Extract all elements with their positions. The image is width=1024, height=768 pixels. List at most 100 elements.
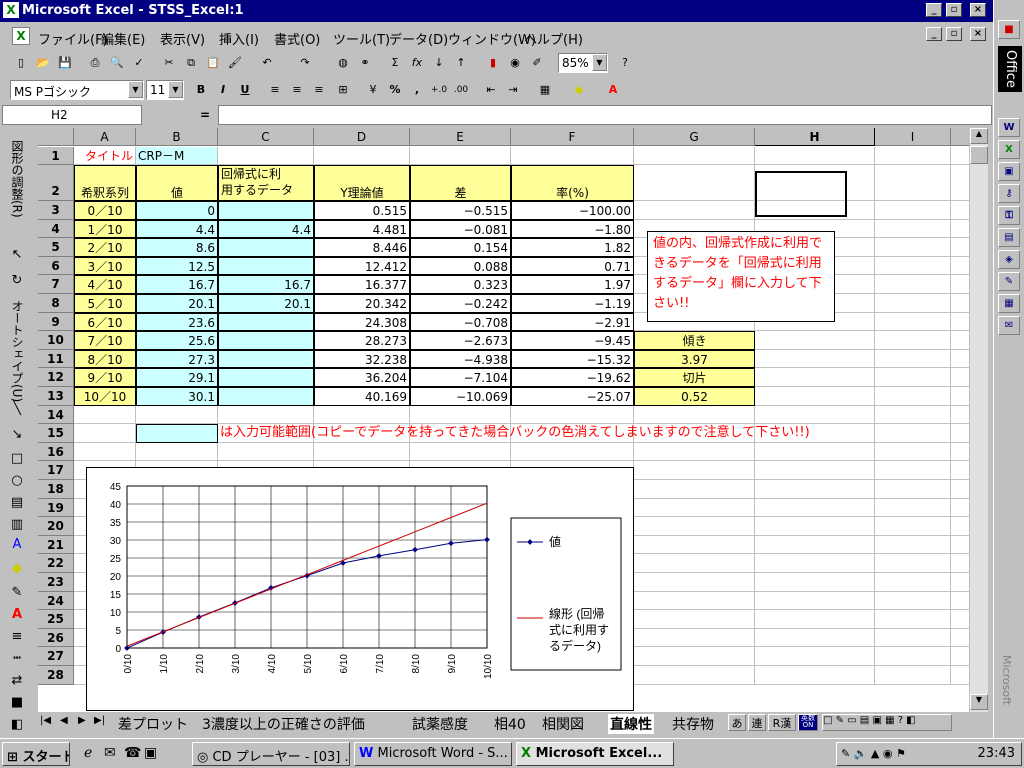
y-theory-cell[interactable]: 8.446 bbox=[314, 238, 410, 257]
menu-view[interactable]: 表示(V) bbox=[160, 29, 205, 48]
cell-j14[interactable] bbox=[951, 406, 969, 425]
tab-sou40[interactable]: 相40 bbox=[494, 714, 526, 734]
task-excel[interactable]: X Microsoft Excel... bbox=[516, 742, 674, 766]
menu-help[interactable]: ヘルプ(H) bbox=[524, 29, 583, 48]
value-cell[interactable]: 16.7 bbox=[136, 275, 218, 294]
autoshapes-menu-label[interactable]: オートシェイプ(U) bbox=[9, 300, 26, 402]
row-header-22[interactable]: 22 bbox=[38, 554, 74, 573]
cell-f1[interactable] bbox=[511, 147, 634, 165]
cell-h25[interactable] bbox=[755, 610, 875, 629]
cell-g19[interactable] bbox=[634, 498, 755, 518]
cell-j25[interactable] bbox=[951, 610, 969, 629]
y-theory-cell[interactable]: 28.273 bbox=[314, 331, 410, 350]
cell-f14[interactable] bbox=[511, 405, 634, 425]
decrease-decimal-icon[interactable]: .00 bbox=[452, 81, 470, 99]
cell-g1[interactable] bbox=[634, 147, 755, 165]
y-theory-cell[interactable]: 40.169 bbox=[314, 387, 410, 406]
cell-i8[interactable] bbox=[875, 294, 951, 313]
cell-g26[interactable] bbox=[634, 628, 755, 648]
intercept-value[interactable]: 0.52 bbox=[634, 387, 755, 406]
rate-cell[interactable]: −2.91 bbox=[511, 312, 634, 332]
cell-f16[interactable] bbox=[511, 442, 634, 462]
merge-center-icon[interactable]: ⊞ bbox=[334, 81, 352, 99]
chevron-down-icon[interactable]: ▼ bbox=[128, 81, 143, 98]
rate-cell[interactable]: −1.19 bbox=[511, 294, 634, 313]
menu-insert[interactable]: 挿入(I) bbox=[219, 29, 259, 48]
workbook-icon[interactable]: X bbox=[12, 27, 30, 45]
diff-cell[interactable]: −10.069 bbox=[410, 387, 511, 406]
row-header-11[interactable]: 11 bbox=[38, 349, 74, 369]
intercept-label[interactable]: 切片 bbox=[634, 368, 755, 387]
cell-i17[interactable] bbox=[875, 461, 951, 480]
function-icon[interactable]: fx bbox=[408, 54, 426, 72]
shortcut-icon-9[interactable]: ▦ bbox=[998, 294, 1020, 313]
binder-shortcut-icon[interactable]: ▤ bbox=[998, 228, 1020, 247]
line-style-icon[interactable]: ≡ bbox=[8, 628, 26, 646]
cell-i1[interactable] bbox=[875, 147, 951, 165]
chart-wizard-icon[interactable]: ▮ bbox=[484, 54, 502, 72]
align-left-icon[interactable]: ≡ bbox=[266, 81, 284, 99]
cell-g18[interactable] bbox=[634, 480, 755, 499]
row-header-8[interactable]: 8 bbox=[38, 294, 74, 313]
diff-cell[interactable]: −7.104 bbox=[410, 368, 511, 387]
dilution-cell[interactable]: 3／10 bbox=[74, 256, 136, 276]
cell-g28[interactable] bbox=[634, 666, 755, 685]
cell-g17[interactable] bbox=[634, 461, 755, 480]
increase-indent-icon[interactable]: ⇥ bbox=[504, 81, 522, 99]
row-header-4[interactable]: 4 bbox=[38, 219, 74, 239]
rate-cell[interactable]: 1.97 bbox=[511, 275, 634, 294]
cell-j1[interactable] bbox=[951, 147, 969, 165]
input-range-sample[interactable] bbox=[136, 424, 218, 443]
italic-icon[interactable]: I bbox=[214, 81, 232, 99]
wordart-icon[interactable]: ▥ bbox=[8, 516, 26, 534]
cell-c16[interactable] bbox=[218, 442, 314, 462]
cell-i26[interactable] bbox=[875, 628, 951, 648]
cell-g27[interactable] bbox=[634, 647, 755, 666]
line-color-icon[interactable]: ✎ bbox=[8, 584, 26, 602]
cell-h10[interactable] bbox=[755, 331, 875, 350]
row-header-26[interactable]: 26 bbox=[38, 628, 74, 648]
row-header-18[interactable]: 18 bbox=[38, 480, 74, 499]
header-dilution[interactable]: 希釈系列 bbox=[74, 165, 136, 201]
cell-g14[interactable] bbox=[634, 405, 755, 425]
rate-cell[interactable]: −1.80 bbox=[511, 219, 634, 239]
cell-i12[interactable] bbox=[875, 368, 951, 387]
currency-icon[interactable]: ¥ bbox=[364, 81, 382, 99]
underline-icon[interactable]: U bbox=[236, 81, 254, 99]
font-color-icon[interactable]: A bbox=[604, 81, 622, 99]
regression-cell[interactable] bbox=[218, 256, 314, 276]
row-header-3[interactable]: 3 bbox=[38, 201, 74, 220]
cell-h26[interactable] bbox=[755, 628, 875, 648]
col-header-c[interactable]: C bbox=[218, 128, 314, 146]
header-value[interactable]: 値 bbox=[136, 165, 218, 201]
diff-cell[interactable]: −0.708 bbox=[410, 312, 511, 332]
diff-cell[interactable]: 0.088 bbox=[410, 256, 511, 276]
value-cell[interactable]: 25.6 bbox=[136, 331, 218, 350]
cell-j9[interactable] bbox=[951, 313, 969, 332]
scroll-thumb[interactable] bbox=[970, 146, 988, 164]
col-header-f[interactable]: F bbox=[511, 128, 634, 146]
cell-i3[interactable] bbox=[875, 201, 951, 220]
row-header-28[interactable]: 28 bbox=[38, 666, 74, 685]
dash-style-icon[interactable]: ┅ bbox=[8, 650, 26, 668]
regression-cell[interactable]: 4.4 bbox=[218, 219, 314, 239]
y-theory-cell[interactable]: 4.481 bbox=[314, 219, 410, 239]
quicklaunch-channels-icon[interactable]: ☎ bbox=[124, 745, 141, 761]
select-objects-icon[interactable]: ↖ bbox=[8, 246, 26, 264]
sort-ascending-icon[interactable]: ↓ bbox=[430, 54, 448, 72]
col-header-j[interactable]: J bbox=[951, 128, 969, 146]
row-header-12[interactable]: 12 bbox=[38, 368, 74, 387]
quicklaunch-outlook-icon[interactable]: ✉ bbox=[104, 745, 116, 761]
value-cell[interactable]: 20.1 bbox=[136, 294, 218, 313]
free-rotate-icon[interactable]: ↻ bbox=[8, 272, 26, 290]
y-theory-cell[interactable]: 20.342 bbox=[314, 294, 410, 313]
title-label[interactable]: タイトル bbox=[74, 147, 136, 165]
excel-shortcut-icon[interactable]: X bbox=[998, 140, 1020, 159]
cell-h16[interactable] bbox=[755, 442, 875, 462]
oval-icon[interactable]: ○ bbox=[8, 472, 26, 490]
ime-ren-button[interactable]: 連 bbox=[748, 714, 766, 731]
cell-h11[interactable] bbox=[755, 349, 875, 369]
cell-j11[interactable] bbox=[951, 350, 969, 369]
tab-prev-icon[interactable]: ◀ bbox=[60, 715, 68, 726]
row-header-9[interactable]: 9 bbox=[38, 312, 74, 332]
